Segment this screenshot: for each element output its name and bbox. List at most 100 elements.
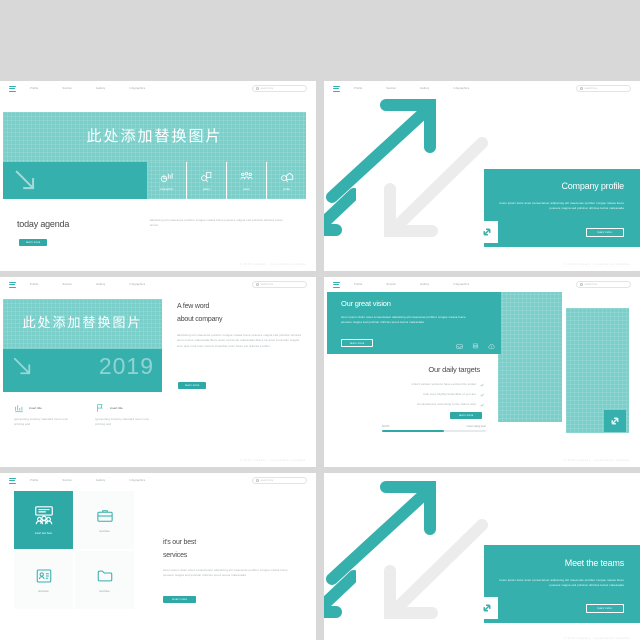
nav-link-infographics[interactable]: Infographics (453, 283, 469, 286)
nav-link-infographics[interactable]: Infographics (453, 87, 469, 90)
slide-title-line2: services (163, 552, 188, 559)
slide-thumbnail-8[interactable]: Meet the teams lorem ipsum dolor amet co… (324, 473, 640, 640)
arrow-tail-icon (324, 188, 356, 236)
image-placeholder-banner: 此处添加替换图片 (3, 299, 162, 349)
check-icon (480, 383, 484, 387)
nav-link-gallery[interactable]: Gallery (96, 283, 105, 286)
arrow-down-right-icon (15, 170, 35, 190)
search-icon (256, 479, 259, 482)
slide-thumbnail-7[interactable]: Profile Section Gallery Infographics sea… (0, 473, 316, 640)
targets-button[interactable]: learn more (450, 412, 483, 419)
search-input[interactable]: search here (576, 85, 631, 92)
slide-paragraph: lorem ipsum dolor amet consectetuer adip… (163, 568, 288, 578)
learn-more-button[interactable]: learn more (178, 382, 207, 389)
slide-thumbnail-4[interactable]: Profile Section Gallery Infographics sea… (324, 81, 640, 271)
slide-thumbnail-3[interactable]: Profile Section Gallery Infographics sea… (0, 81, 316, 271)
infographics-icon (160, 173, 173, 182)
insert-more-button[interactable]: insert more (163, 596, 197, 603)
card-row: infographics gallery teams profile (147, 162, 306, 199)
learn-more-button[interactable]: learn more (341, 339, 374, 347)
nav-link-gallery[interactable]: Gallery (96, 87, 105, 90)
nav-link-profile[interactable]: Profile (30, 283, 38, 286)
expand-handle[interactable] (476, 597, 498, 619)
card-teams[interactable]: teams (227, 162, 266, 199)
slide-thumbnail-5[interactable]: Profile Section Gallery Infographics sea… (0, 277, 316, 467)
nav-link-section[interactable]: Section (62, 283, 72, 286)
slide-paragraph: adipiscing elit maecenas porttitor congu… (177, 333, 302, 348)
learn-more-button[interactable]: learn more (585, 604, 624, 613)
menu-icon[interactable] (9, 477, 16, 484)
tile-label: insert text here (34, 532, 53, 535)
year-block: 2019 (3, 349, 162, 392)
card-infographics[interactable]: infographics (147, 162, 186, 199)
search-input[interactable]: search here (576, 281, 631, 288)
slide-nav: Profile Section Gallery Infographics sea… (0, 81, 316, 96)
expand-handle[interactable] (604, 410, 626, 432)
slide-title-line1: A few word (177, 303, 210, 310)
cloud-upload-icon (488, 343, 495, 349)
target-item: circumstances and owing to the claims du… (384, 402, 484, 407)
search-placeholder: search here (584, 283, 598, 286)
tile-label: text here (99, 590, 110, 593)
search-input[interactable]: search here (252, 85, 307, 92)
learn-more-button[interactable]: learn more (585, 228, 624, 237)
nav-link-gallery[interactable]: Gallery (96, 479, 105, 482)
service-tile-2[interactable]: text here (75, 491, 134, 549)
slide-thumbnail-grid: learn more © 2019 company - presentation… (0, 0, 640, 640)
content-panel: Company profile lorem ipsum dolor amet c… (484, 169, 640, 247)
slide-nav: Profile Section Gallery Infographics sea… (0, 277, 316, 292)
nav-link-profile[interactable]: Profile (30, 479, 38, 482)
nav-links: Profile Section Gallery Infographics (30, 479, 145, 482)
card-label: profile (283, 188, 290, 191)
progress-bar[interactable] (382, 430, 486, 432)
menu-icon[interactable] (9, 85, 16, 92)
nav-link-gallery[interactable]: Gallery (420, 283, 429, 286)
nav-link-profile[interactable]: Profile (30, 87, 38, 90)
menu-icon[interactable] (333, 85, 340, 92)
search-placeholder: search here (260, 283, 274, 286)
inbox-icon (456, 344, 463, 349)
menu-icon[interactable] (333, 281, 340, 288)
nav-link-infographics[interactable]: Infographics (129, 283, 145, 286)
nav-link-infographics[interactable]: Infographics (129, 479, 145, 482)
search-placeholder: search here (584, 87, 598, 90)
card-profile[interactable]: profile (267, 162, 306, 199)
vision-title: Our great vision (341, 299, 391, 308)
nav-link-profile[interactable]: Profile (354, 283, 362, 286)
learn-more-button[interactable]: learn more (19, 239, 48, 246)
slide-paragraph: lorem ipsum dolor amet consectetuer adip… (499, 201, 624, 211)
menu-icon[interactable] (9, 281, 16, 288)
nav-link-section[interactable]: Section (62, 87, 72, 90)
card-label: gallery (202, 188, 211, 191)
nav-links: Profile Section Gallery Infographics (354, 283, 469, 286)
nav-link-profile[interactable]: Profile (354, 87, 362, 90)
progress-value: 60.0% (382, 425, 390, 428)
slide-thumbnail-6[interactable]: Profile Section Gallery Infographics sea… (324, 277, 640, 467)
nav-link-section[interactable]: Section (62, 479, 72, 482)
footer-text: © 2019 company - presentation template (563, 263, 630, 266)
arrow-block (3, 162, 147, 199)
teams-icon (240, 172, 253, 180)
search-input[interactable]: search here (252, 477, 307, 484)
target-text: inherit various versions have evolved th… (411, 382, 476, 386)
feature-item: insert title typesetting industry standa… (95, 403, 154, 428)
nav-link-infographics[interactable]: Infographics (129, 87, 145, 90)
nav-link-gallery[interactable]: Gallery (420, 87, 429, 90)
search-placeholder: search here (260, 87, 274, 90)
expand-handle[interactable] (476, 221, 498, 243)
target-item: look even slightly believable of you are (384, 392, 484, 397)
service-tile-4[interactable]: text here (75, 551, 134, 609)
gallery-icon (201, 172, 212, 183)
nav-link-section[interactable]: Section (386, 87, 396, 90)
chart-icon (15, 405, 23, 413)
service-tile-3[interactable]: text here (14, 551, 73, 609)
slide-paragraph: lorem ipsum dolor amet consectetuer adip… (499, 578, 624, 588)
slide-title: Meet the teams (564, 558, 624, 568)
service-tile-1[interactable]: insert text here (14, 491, 73, 549)
nav-link-section[interactable]: Section (386, 283, 396, 286)
id-card-icon (36, 569, 51, 583)
footer-text: © 2019 company - presentation template (239, 263, 306, 266)
card-gallery[interactable]: gallery (187, 162, 226, 199)
search-input[interactable]: search here (252, 281, 307, 288)
arrow-tail-icon (324, 570, 356, 618)
